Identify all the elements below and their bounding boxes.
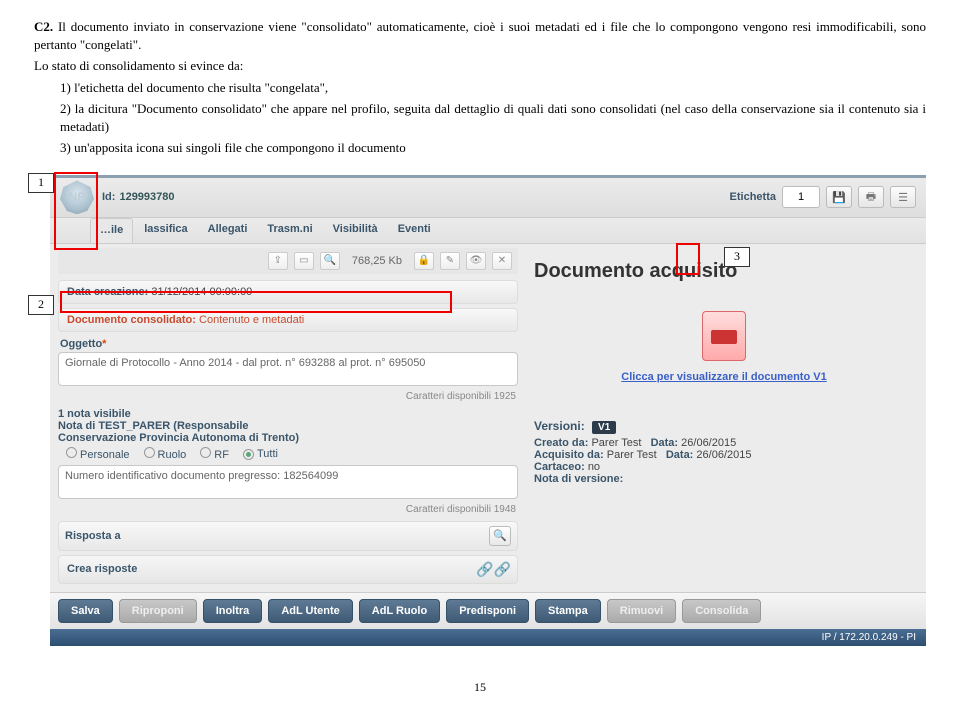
status-bar: IP / 172.20.0.249 - PI: [50, 629, 926, 646]
crea-risposte-label: Crea risposte: [67, 563, 137, 575]
versioni-row: Versioni: V1: [534, 419, 914, 433]
oggetto-label-text: Oggetto: [60, 338, 102, 350]
creato-da-line: Creato da: Parer Test Data: 26/06/2015: [534, 437, 914, 449]
riproponi-button[interactable]: Riproponi: [119, 599, 197, 623]
c2-body: Il documento inviato in conservazione vi…: [34, 19, 926, 52]
callout-1: 1: [28, 173, 54, 193]
predisponi-button[interactable]: Predisponi: [446, 599, 529, 623]
etichetta-input[interactable]: [782, 186, 820, 208]
delete-icon[interactable]: ✕: [492, 252, 512, 270]
doc-consolidato-label: Documento consolidato:: [67, 314, 196, 326]
nota-versione-line: Nota di versione:: [534, 473, 914, 485]
tab-file[interactable]: …ile: [90, 218, 133, 243]
callout-3: 3: [724, 247, 750, 267]
tab-classifica[interactable]: lassifica: [135, 218, 196, 243]
note-author-2: Conservazione Provincia Autonoma di Tren…: [58, 432, 518, 444]
c2-label: C2.: [34, 19, 53, 34]
li3-text: un'apposita icona sui singoli file che c…: [74, 140, 406, 155]
salva-button[interactable]: Salva: [58, 599, 113, 623]
document-body-text: C2. Il documento inviato in conservazion…: [0, 0, 960, 169]
save-label-icon[interactable]: 💾: [826, 186, 852, 208]
adl-ruolo-button[interactable]: AdL Ruolo: [359, 599, 440, 623]
inoltra-button[interactable]: Inoltra: [203, 599, 263, 623]
note-chars-left: Caratteri disponibili 1948: [58, 504, 516, 515]
view-document-link[interactable]: Clicca per visualizzare il documento V1: [534, 371, 914, 383]
note-header: 1 nota visibile: [58, 408, 518, 420]
top-bar: NP Id: 129993780 Etichetta 💾 🖶 ☰: [50, 178, 926, 218]
tabs-row: …ile lassifica Allegati Trasm.ni Visibil…: [50, 218, 926, 244]
data-creazione-value: 31/12/2014 00:00:00: [151, 286, 252, 298]
risposta-a-row: Risposta a 🔍: [58, 521, 518, 551]
radio-ruolo[interactable]: Ruolo: [144, 447, 187, 461]
cartaceo-line: Cartaceo: no: [534, 461, 914, 473]
rimuovi-button[interactable]: Rimuovi: [607, 599, 676, 623]
radio-tutti[interactable]: Tutti: [243, 448, 278, 460]
radio-personale[interactable]: Personale: [66, 447, 130, 461]
crea-risposte-row: Crea risposte 🔗 🔗: [58, 555, 518, 584]
upload-icon[interactable]: ⇪: [268, 252, 288, 270]
note-textarea[interactable]: [58, 465, 518, 499]
li1-num: 1): [60, 80, 71, 95]
action-bar: Salva Riproponi Inoltra AdL Utente AdL R…: [50, 592, 926, 629]
etichetta-label: Etichetta: [730, 191, 776, 203]
sign-icon[interactable]: ✎: [440, 252, 460, 270]
link-icons[interactable]: 🔗 🔗: [476, 561, 509, 578]
adl-utente-button[interactable]: AdL Utente: [268, 599, 352, 623]
stampa-button[interactable]: Stampa: [535, 599, 601, 623]
note-author-1: Nota di TEST_PARER (Responsabile: [58, 420, 518, 432]
file-size: 768,25 Kb: [352, 255, 402, 267]
etichetta-group: Etichetta 💾 🖶 ☰: [730, 186, 916, 208]
acquisito-da-line: Acquisito da: Parer Test Data: 26/06/201…: [534, 449, 914, 461]
left-panel: ⇪ ▭ 🔍 768,25 Kb 🔒 ✎ 👁 ✕ Data creazione: …: [50, 244, 526, 592]
risposta-label: Risposta a: [65, 530, 121, 542]
consolida-button[interactable]: Consolida: [682, 599, 761, 623]
lock-file-icon[interactable]: 🔒: [414, 252, 434, 270]
search-file-icon[interactable]: 🔍: [320, 252, 340, 270]
intro-2: Lo stato di consolidamento si evince da:: [34, 57, 926, 75]
pdf-icon[interactable]: [702, 311, 746, 361]
print-label-icon[interactable]: 🖶: [858, 186, 884, 208]
data-creazione-label: Data creazione:: [67, 286, 148, 298]
li2-text: la dicitura "Documento consolidato" che …: [60, 101, 926, 134]
more-icon[interactable]: ☰: [890, 186, 916, 208]
numbered-list: 1) l'etichetta del documento che risulta…: [34, 79, 926, 157]
tab-allegati[interactable]: Allegati: [199, 218, 257, 243]
tab-eventi[interactable]: Eventi: [389, 218, 440, 243]
file-toolbar: ⇪ ▭ 🔍 768,25 Kb 🔒 ✎ 👁 ✕: [58, 248, 518, 274]
tab-trasmissioni[interactable]: Trasm.ni: [258, 218, 321, 243]
callout-2: 2: [28, 295, 54, 315]
risposta-search-icon[interactable]: 🔍: [489, 526, 511, 546]
required-star: *: [102, 338, 106, 350]
li2-num: 2): [60, 101, 71, 116]
version-badge[interactable]: V1: [592, 421, 616, 434]
data-creazione-row: Data creazione: 31/12/2014 00:00:00: [58, 280, 518, 304]
tab-visibilita[interactable]: Visibilità: [324, 218, 387, 243]
li1-text: l'etichetta del documento che risulta "c…: [74, 80, 328, 95]
view-icon[interactable]: 👁: [466, 252, 486, 270]
doc-consolidato-value: Contenuto e metadati: [199, 314, 304, 326]
scan-icon[interactable]: ▭: [294, 252, 314, 270]
main-area: ⇪ ▭ 🔍 768,25 Kb 🔒 ✎ 👁 ✕ Data creazione: …: [50, 244, 926, 592]
li3-num: 3): [60, 140, 71, 155]
documento-consolidato-row: Documento consolidato: Contenuto e metad…: [58, 308, 518, 332]
page-number: 15: [0, 680, 960, 695]
id-label: Id:: [102, 191, 115, 203]
id-value: 129993780: [119, 191, 174, 203]
np-badge-icon: NP: [60, 180, 94, 214]
radio-rf[interactable]: RF: [200, 447, 229, 461]
right-panel: Documento acquisito Clicca per visualizz…: [526, 244, 926, 592]
note-visibility-radios: Personale Ruolo RF Tutti: [66, 447, 518, 461]
oggetto-label: Oggetto*: [60, 338, 518, 350]
versioni-label: Versioni:: [534, 419, 585, 433]
oggetto-textarea[interactable]: [58, 352, 518, 386]
oggetto-chars-left: Caratteri disponibili 1925: [58, 391, 516, 402]
screenshot-container: 1 2 3 NP Id: 129993780 Etichetta 💾 🖶 ☰ ……: [34, 175, 926, 646]
app-window: NP Id: 129993780 Etichetta 💾 🖶 ☰ …ile la…: [50, 175, 926, 646]
